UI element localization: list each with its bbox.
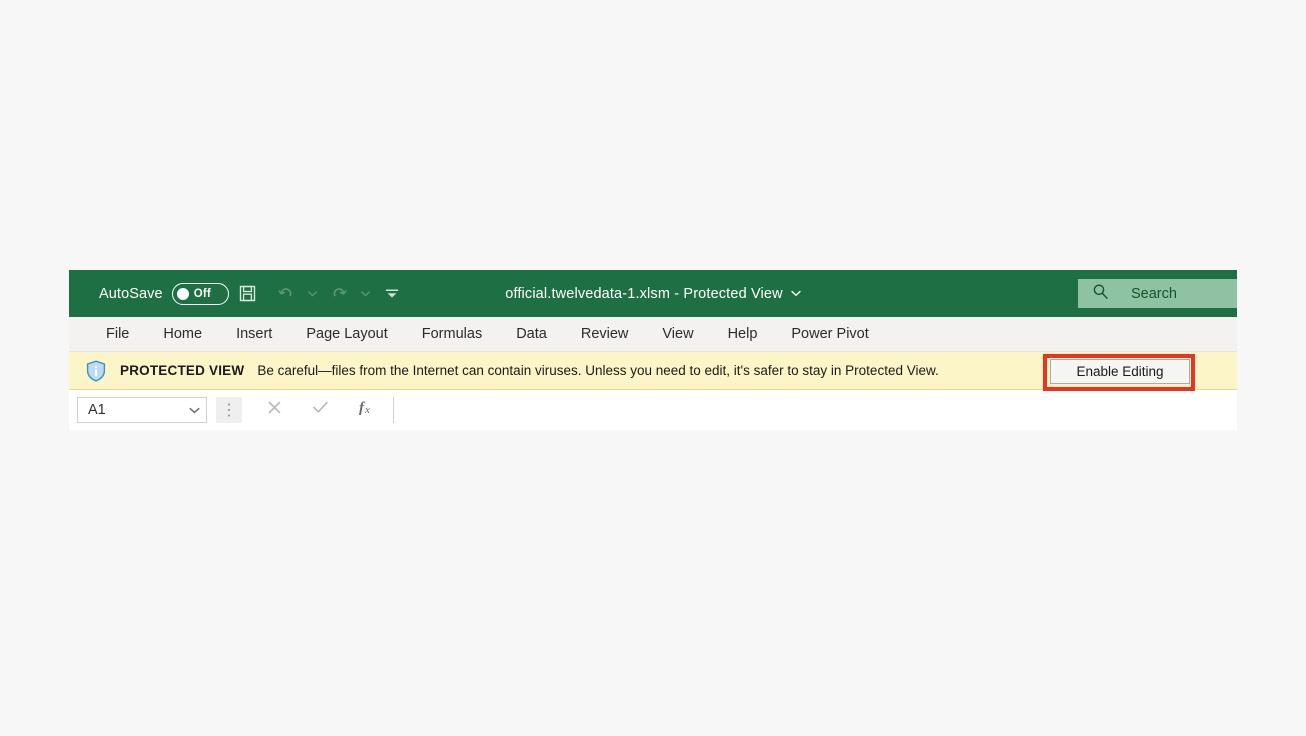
tab-data[interactable]: Data (499, 317, 564, 351)
customize-quick-access-toolbar-button[interactable] (373, 276, 411, 312)
enter-formula-button[interactable] (297, 397, 343, 423)
insert-function-icon: f x (355, 398, 377, 421)
svg-text:x: x (364, 404, 370, 416)
undo-control[interactable] (267, 276, 320, 312)
title-chevron-down-icon[interactable] (791, 290, 801, 297)
document-title: official.twelvedata-1.xlsm - Protected V… (505, 285, 783, 302)
tab-help[interactable]: Help (711, 317, 775, 351)
title-bar: AutoSave Off official.twelvedata-1.xlsm … (69, 270, 1237, 317)
autosave-toggle-knob (176, 287, 189, 300)
protected-view-bar: PROTECTED VIEW Be careful—files from the… (69, 352, 1237, 390)
quick-access-toolbar: AutoSave Off (69, 270, 411, 317)
tab-page-layout[interactable]: Page Layout (289, 317, 404, 351)
search-placeholder-label: Search (1131, 285, 1177, 302)
excel-window: AutoSave Off official.twelvedata-1.xlsm … (69, 270, 1237, 430)
tab-insert[interactable]: Insert (219, 317, 289, 351)
insert-function-button[interactable]: f x (343, 397, 389, 423)
enable-editing-button[interactable]: Enable Editing (1050, 359, 1190, 384)
name-box[interactable]: A1 (77, 396, 207, 423)
autosave-toggle[interactable]: Off (171, 282, 229, 305)
checkmark-icon (311, 399, 330, 421)
tab-formulas[interactable]: Formulas (405, 317, 499, 351)
formula-bar: A1 f x (69, 390, 1237, 428)
redo-dropdown-chevron-icon[interactable] (358, 290, 373, 297)
formula-bar-drag-handle[interactable] (216, 396, 242, 423)
close-icon (266, 399, 283, 421)
formula-bar-buttons: f x (251, 397, 389, 423)
search-input[interactable]: Search (1078, 279, 1237, 308)
undo-dropdown-chevron-icon[interactable] (305, 290, 320, 297)
autosave-label: AutoSave (99, 285, 163, 302)
autosave-state-label: Off (193, 287, 211, 300)
ribbon-tab-bar: File Home Insert Page Layout Formulas Da… (69, 317, 1237, 352)
shield-info-icon (83, 358, 109, 384)
tab-view[interactable]: View (645, 317, 710, 351)
save-icon (238, 284, 257, 303)
name-box-value: A1 (88, 401, 106, 418)
cancel-formula-button[interactable] (251, 397, 297, 423)
search-icon (1092, 283, 1109, 305)
protected-view-title: PROTECTED VIEW (120, 363, 245, 378)
protected-view-message: Be careful—files from the Internet can c… (257, 363, 939, 378)
redo-control[interactable] (320, 276, 373, 312)
undo-icon (276, 284, 296, 304)
name-box-chevron-down-icon[interactable] (189, 401, 200, 419)
redo-button[interactable] (320, 276, 358, 312)
formula-input[interactable] (393, 396, 1237, 423)
tab-power-pivot[interactable]: Power Pivot (774, 317, 885, 351)
undo-button[interactable] (267, 276, 305, 312)
tab-home[interactable]: Home (146, 317, 219, 351)
redo-icon (329, 284, 349, 304)
customize-quick-access-toolbar-icon (383, 287, 401, 301)
tab-review[interactable]: Review (564, 317, 646, 351)
save-button[interactable] (229, 276, 267, 312)
tab-file[interactable]: File (89, 317, 146, 351)
